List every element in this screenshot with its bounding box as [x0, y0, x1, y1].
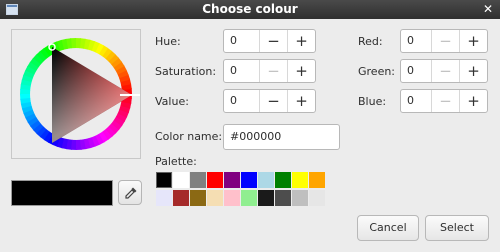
- palette-swatch[interactable]: [292, 172, 308, 188]
- color-name-label: Color name:: [155, 130, 223, 143]
- palette-swatch[interactable]: [309, 172, 325, 188]
- palette-swatch[interactable]: [258, 172, 274, 188]
- red-decrement[interactable]: −: [431, 30, 459, 52]
- value-spin[interactable]: 0 − +: [223, 89, 316, 113]
- select-button[interactable]: Select: [425, 215, 489, 241]
- color-name-input[interactable]: #000000: [223, 124, 340, 150]
- blue-decrement[interactable]: −: [431, 90, 459, 112]
- red-spin[interactable]: 0 − +: [400, 29, 488, 53]
- value-decrement[interactable]: −: [259, 90, 287, 112]
- palette-swatch[interactable]: [275, 190, 291, 206]
- current-color-swatch: [11, 180, 113, 206]
- hue-decrement[interactable]: −: [259, 30, 287, 52]
- blue-label: Blue:: [358, 95, 387, 108]
- red-label: Red:: [358, 35, 383, 48]
- palette-swatch[interactable]: [190, 190, 206, 206]
- hue-label: Hue:: [155, 35, 181, 48]
- blue-increment[interactable]: +: [459, 90, 487, 112]
- saturation-spin[interactable]: 0 − +: [223, 59, 316, 83]
- hue-ring[interactable]: [12, 30, 140, 158]
- blue-value[interactable]: 0: [401, 90, 431, 112]
- palette-swatch[interactable]: [309, 190, 325, 206]
- eyedropper-button[interactable]: [118, 180, 142, 205]
- palette-swatch[interactable]: [156, 190, 172, 206]
- color-wheel[interactable]: [11, 29, 141, 159]
- palette-swatch[interactable]: [190, 172, 206, 188]
- palette-swatch[interactable]: [207, 172, 223, 188]
- cancel-button[interactable]: Cancel: [357, 215, 419, 241]
- green-increment[interactable]: +: [459, 60, 487, 82]
- green-label: Green:: [358, 65, 396, 78]
- saturation-increment[interactable]: +: [287, 60, 315, 82]
- saturation-decrement[interactable]: −: [259, 60, 287, 82]
- palette-swatch[interactable]: [241, 190, 257, 206]
- hue-spin[interactable]: 0 − +: [223, 29, 316, 53]
- window-title: Choose colour: [202, 2, 298, 16]
- green-decrement[interactable]: −: [431, 60, 459, 82]
- title-bar: Choose colour ✕: [0, 0, 500, 19]
- hue-value[interactable]: 0: [224, 30, 259, 52]
- red-value[interactable]: 0: [401, 30, 431, 52]
- value-label: Value:: [155, 95, 189, 108]
- palette-swatch[interactable]: [224, 190, 240, 206]
- blue-spin[interactable]: 0 − +: [400, 89, 488, 113]
- palette-swatch[interactable]: [207, 190, 223, 206]
- eyedropper-icon: [125, 187, 137, 199]
- palette-swatch[interactable]: [173, 172, 189, 188]
- palette-swatch[interactable]: [292, 190, 308, 206]
- palette-swatch[interactable]: [275, 172, 291, 188]
- hue-increment[interactable]: +: [287, 30, 315, 52]
- saturation-label: Saturation:: [155, 65, 217, 78]
- green-value[interactable]: 0: [401, 60, 431, 82]
- value-value[interactable]: 0: [224, 90, 259, 112]
- red-increment[interactable]: +: [459, 30, 487, 52]
- palette-swatch[interactable]: [258, 190, 274, 206]
- palette-swatch[interactable]: [173, 190, 189, 206]
- saturation-value[interactable]: 0: [224, 60, 259, 82]
- palette-label: Palette:: [155, 155, 197, 168]
- value-increment[interactable]: +: [287, 90, 315, 112]
- close-icon[interactable]: ✕: [481, 3, 495, 16]
- palette-swatch[interactable]: [224, 172, 240, 188]
- green-spin[interactable]: 0 − +: [400, 59, 488, 83]
- palette-swatch[interactable]: [241, 172, 257, 188]
- palette-swatch[interactable]: [156, 172, 172, 188]
